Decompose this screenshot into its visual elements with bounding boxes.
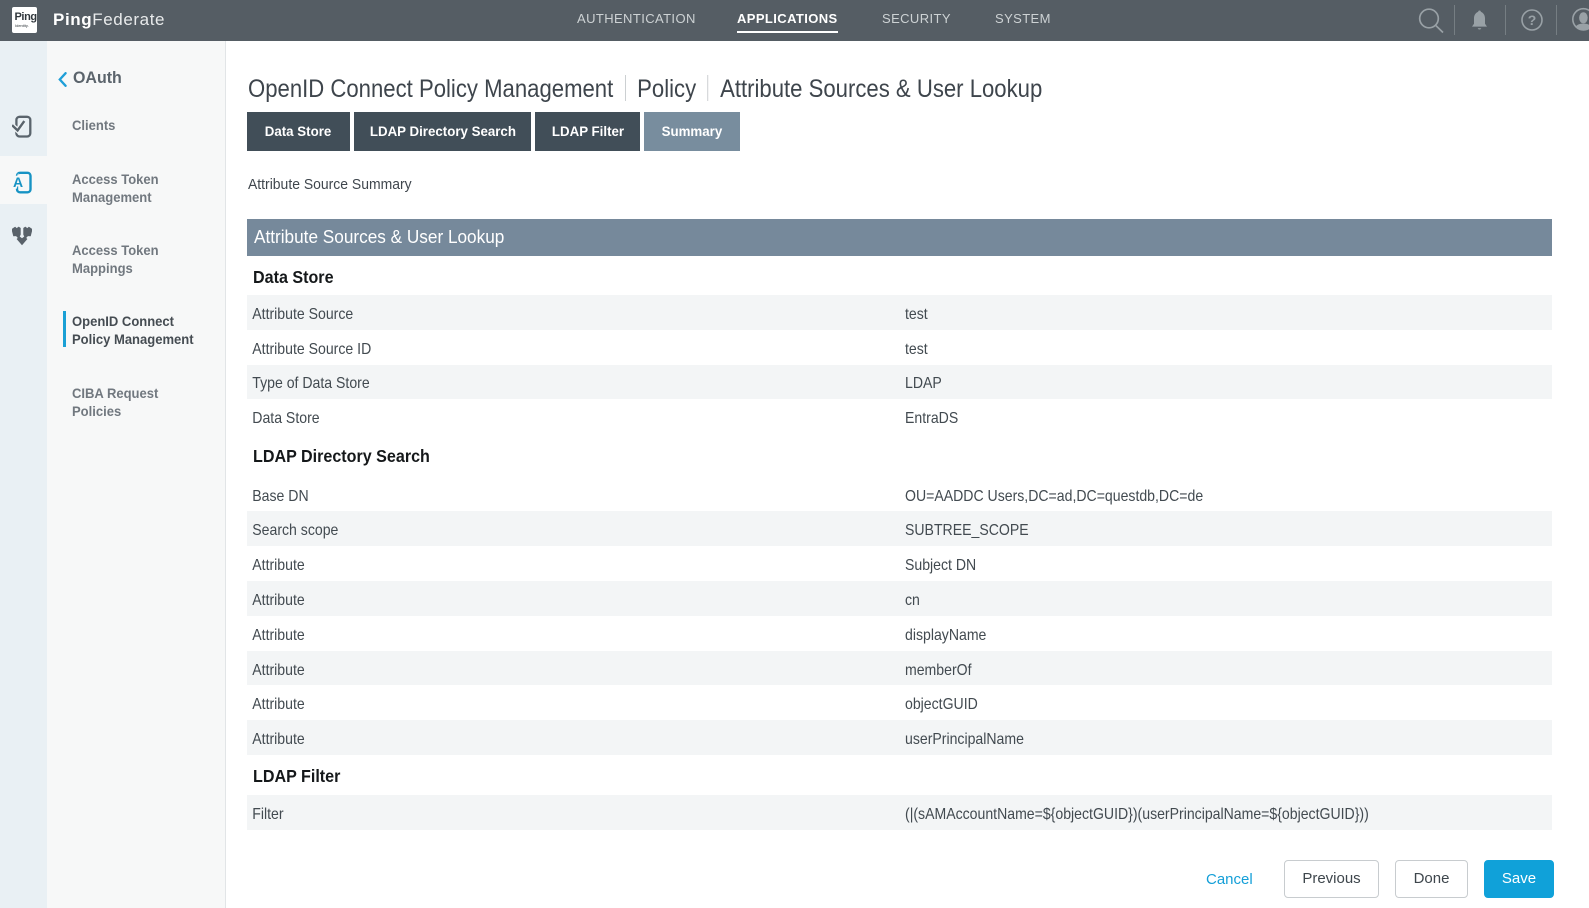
svg-text:A: A xyxy=(13,174,23,190)
